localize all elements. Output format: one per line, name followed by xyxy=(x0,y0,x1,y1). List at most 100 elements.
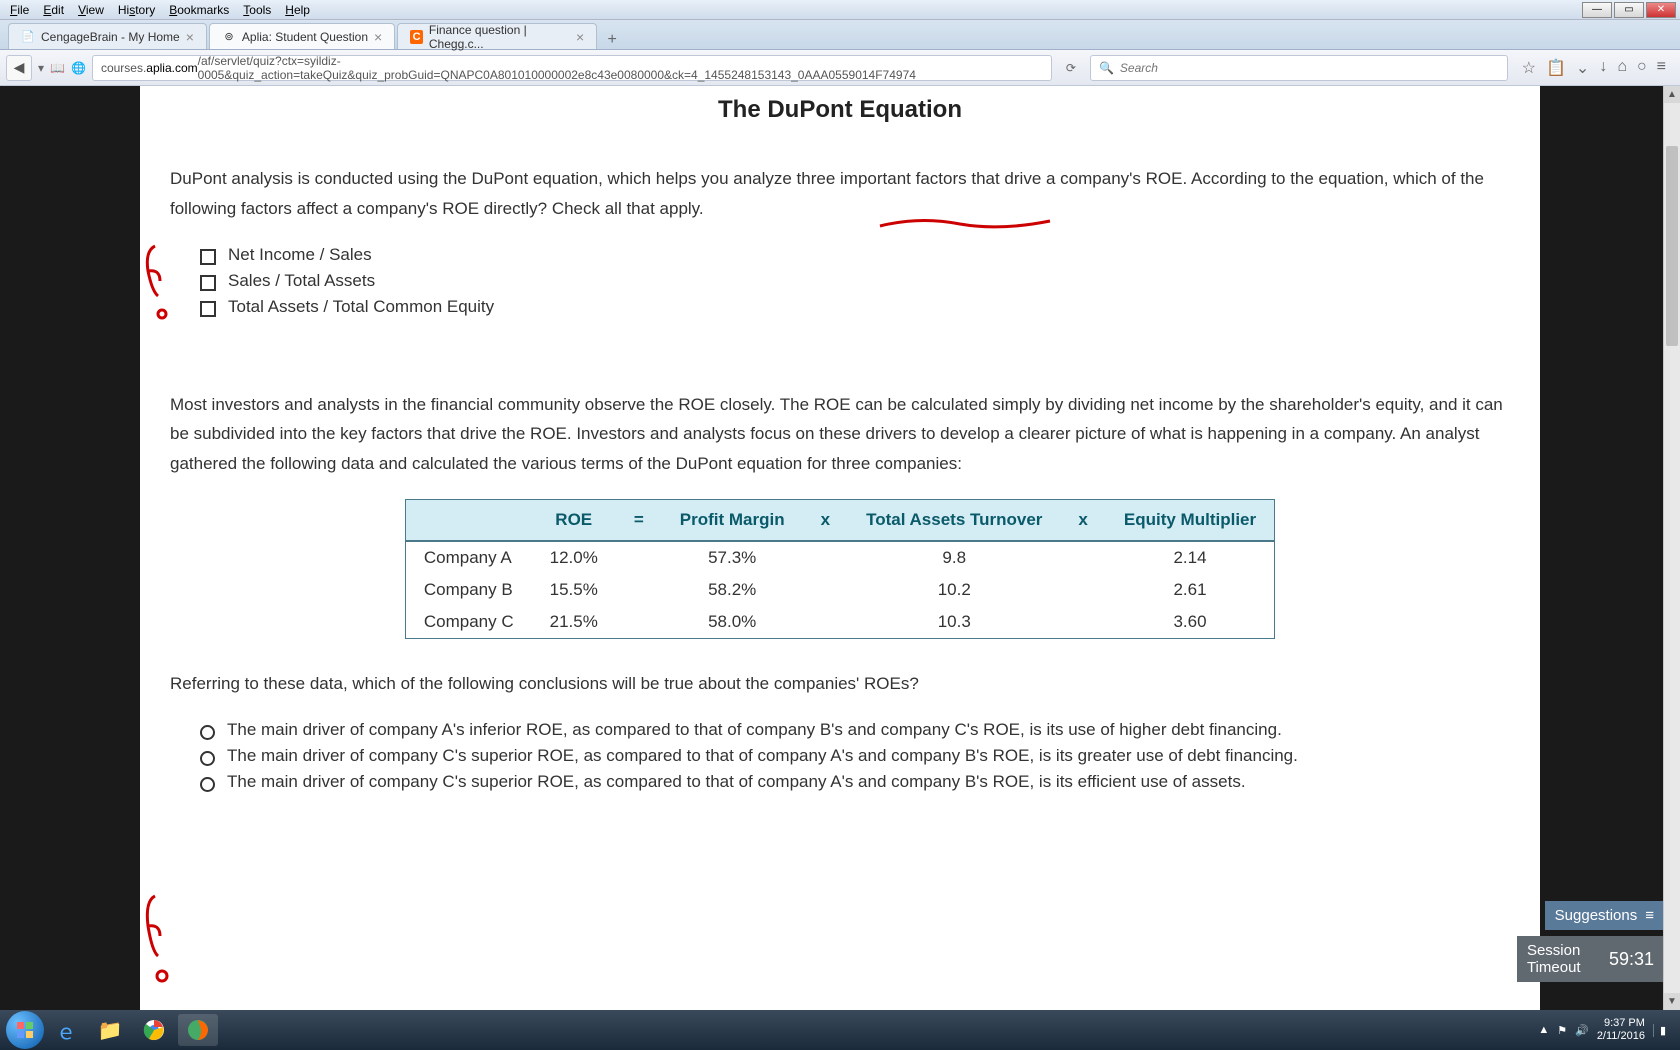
radio-label: The main driver of company C's superior … xyxy=(227,772,1246,792)
intro-text: DuPont analysis is conducted using the D… xyxy=(170,164,1510,224)
taskbar-ie[interactable]: ｅ xyxy=(46,1014,86,1046)
taskbar-firefox[interactable] xyxy=(178,1014,218,1046)
radio-icon[interactable] xyxy=(200,777,215,792)
tray-arrow-icon[interactable]: ▲ xyxy=(1538,1024,1549,1036)
system-tray[interactable]: ▲ ⚑ 🔊 9:37 PM 2/11/2016 ▮ xyxy=(1538,1017,1674,1043)
table-row: Company B 15.5% 58.2% 10.2 2.61 xyxy=(405,574,1274,606)
home-icon[interactable]: ⌂ xyxy=(1617,58,1627,78)
th-x2: x xyxy=(1060,499,1105,541)
hamburger-icon[interactable]: ≡ xyxy=(1657,58,1666,78)
new-tab-button[interactable]: + xyxy=(599,31,625,49)
cell-name: Company B xyxy=(405,574,531,606)
cell-pm: 58.0% xyxy=(662,606,803,639)
reader-mode-icon[interactable]: 📖 xyxy=(50,61,65,75)
menu-help[interactable]: Help xyxy=(279,1,316,19)
chat-icon[interactable]: ○ xyxy=(1637,58,1647,78)
vertical-scrollbar[interactable]: ▲ ▼ xyxy=(1663,86,1680,1010)
cell-tat: 10.2 xyxy=(848,574,1060,606)
menu-bar: File Edit View History Bookmarks Tools H… xyxy=(0,0,1680,20)
radio-label: The main driver of company C's superior … xyxy=(227,746,1298,766)
checkbox-label: Sales / Total Assets xyxy=(228,271,375,291)
radio-icon[interactable] xyxy=(200,725,215,740)
scroll-down-icon[interactable]: ▼ xyxy=(1664,993,1680,1010)
cell-roe: 12.0% xyxy=(532,541,616,574)
radio-icon[interactable] xyxy=(200,751,215,766)
taskbar-explorer[interactable]: 📁 xyxy=(90,1014,130,1046)
checkbox-icon[interactable] xyxy=(200,249,216,265)
scroll-thumb[interactable] xyxy=(1666,146,1678,346)
checkbox-row-2[interactable]: Total Assets / Total Common Equity xyxy=(170,294,1510,320)
checkbox-label: Net Income / Sales xyxy=(228,245,372,265)
maximize-button[interactable]: ▭ xyxy=(1614,2,1644,18)
menu-history[interactable]: History xyxy=(112,1,161,19)
th-eq: = xyxy=(616,499,662,541)
th-em: Equity Multiplier xyxy=(1106,499,1275,541)
table-row: Company A 12.0% 57.3% 9.8 2.14 xyxy=(405,541,1274,574)
menu-tools[interactable]: Tools xyxy=(237,1,277,19)
url-toolbar: ◀ ▾ 📖 🌐 courses.aplia.com/af/servlet/qui… xyxy=(0,50,1680,86)
close-button[interactable]: ✕ xyxy=(1646,2,1676,18)
bookmark-dropdown-icon[interactable]: ▾ xyxy=(38,61,44,75)
search-field[interactable]: 🔍 xyxy=(1090,55,1508,81)
url-domain: aplia.com xyxy=(146,61,197,75)
checkbox-icon[interactable] xyxy=(200,275,216,291)
cell-pm: 58.2% xyxy=(662,574,803,606)
th-pm: Profit Margin xyxy=(662,499,803,541)
reload-button[interactable]: ⟳ xyxy=(1058,55,1084,81)
tab-close-icon[interactable]: × xyxy=(374,29,382,45)
tab-chegg[interactable]: C Finance question | Chegg.c... × xyxy=(397,23,597,49)
url-path: /af/servlet/quiz?ctx=syildiz-0005&quiz_a… xyxy=(198,54,1043,82)
scroll-up-icon[interactable]: ▲ xyxy=(1664,86,1680,103)
taskbar-chrome[interactable] xyxy=(134,1014,174,1046)
tray-clock[interactable]: 9:37 PM 2/11/2016 xyxy=(1597,1017,1645,1043)
checkbox-icon[interactable] xyxy=(200,301,216,317)
cell-tat: 10.3 xyxy=(848,606,1060,639)
url-prefix: courses. xyxy=(101,61,146,75)
radio-row-2[interactable]: The main driver of company C's superior … xyxy=(170,769,1510,795)
menu-bookmarks[interactable]: Bookmarks xyxy=(163,1,235,19)
suggestions-widget[interactable]: Suggestions ≡ xyxy=(1545,901,1664,930)
checkbox-label: Total Assets / Total Common Equity xyxy=(228,297,494,317)
minimize-button[interactable]: — xyxy=(1582,2,1612,18)
tab-cengage[interactable]: 📄 CengageBrain - My Home × xyxy=(8,23,207,49)
show-desktop-button[interactable]: ▮ xyxy=(1653,1024,1666,1037)
suggestions-label: Suggestions xyxy=(1555,907,1638,924)
search-icon: 🔍 xyxy=(1099,61,1114,75)
th-blank xyxy=(405,499,531,541)
cell-em: 2.61 xyxy=(1106,574,1275,606)
tray-date: 2/11/2016 xyxy=(1597,1030,1645,1043)
url-input[interactable]: courses.aplia.com/af/servlet/quiz?ctx=sy… xyxy=(92,55,1052,81)
table-header-row: ROE = Profit Margin x Total Assets Turno… xyxy=(405,499,1274,541)
tray-volume-icon[interactable]: 🔊 xyxy=(1575,1024,1589,1037)
star-icon[interactable]: ☆ xyxy=(1522,58,1536,78)
cell-em: 2.14 xyxy=(1106,541,1275,574)
tray-time: 9:37 PM xyxy=(1597,1017,1645,1030)
tab-close-icon[interactable]: × xyxy=(186,29,194,45)
page-title: The DuPont Equation xyxy=(170,86,1510,164)
back-button[interactable]: ◀ xyxy=(6,55,32,81)
cell-name: Company C xyxy=(405,606,531,639)
menu-file[interactable]: File xyxy=(4,1,35,19)
pocket-icon[interactable]: ⌄ xyxy=(1576,58,1589,78)
table-row: Company C 21.5% 58.0% 10.3 3.60 xyxy=(405,606,1274,639)
search-input[interactable] xyxy=(1120,61,1499,75)
tab-favicon: 📄 xyxy=(21,30,35,44)
menu-edit[interactable]: Edit xyxy=(37,1,70,19)
tray-flag-icon[interactable]: ⚑ xyxy=(1557,1024,1567,1037)
start-button[interactable] xyxy=(6,1011,44,1049)
identity-icon[interactable]: 🌐 xyxy=(71,61,86,75)
tab-aplia[interactable]: ⊚ Aplia: Student Question × xyxy=(209,23,395,49)
downloads-icon[interactable]: ↓ xyxy=(1599,58,1607,78)
radio-row-1[interactable]: The main driver of company C's superior … xyxy=(170,743,1510,769)
checkbox-row-1[interactable]: Sales / Total Assets xyxy=(170,268,1510,294)
cell-tat: 9.8 xyxy=(848,541,1060,574)
radio-row-0[interactable]: The main driver of company A's inferior … xyxy=(170,717,1510,743)
cell-em: 3.60 xyxy=(1106,606,1275,639)
tab-favicon: ⊚ xyxy=(222,30,236,44)
checkbox-row-0[interactable]: Net Income / Sales xyxy=(170,242,1510,268)
session-value: 59:31 xyxy=(1609,949,1654,970)
cell-pm: 57.3% xyxy=(662,541,803,574)
clipboard-icon[interactable]: 📋 xyxy=(1546,58,1566,78)
tab-close-icon[interactable]: × xyxy=(576,29,584,45)
menu-view[interactable]: View xyxy=(72,1,110,19)
